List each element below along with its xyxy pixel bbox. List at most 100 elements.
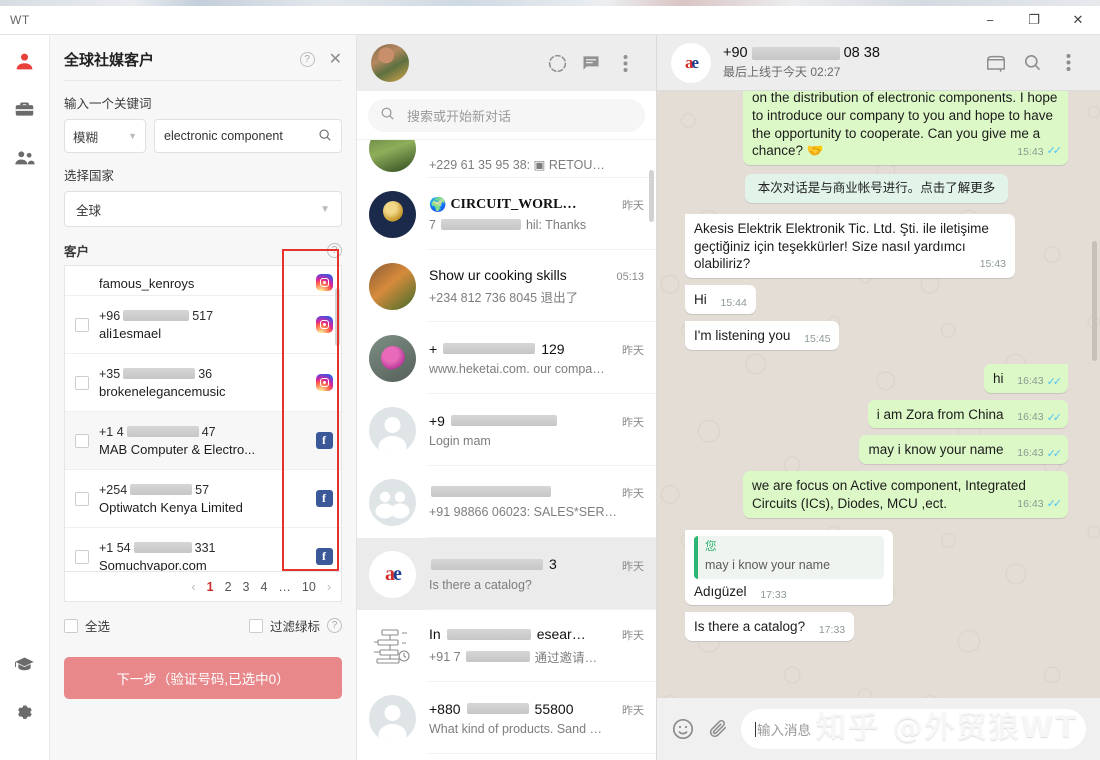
title-suffix: esear…	[536, 626, 586, 642]
message-bubble[interactable]: Is there a catalog? 17:33	[685, 612, 855, 642]
row-checkbox[interactable]	[75, 549, 89, 564]
filter-green-option[interactable]: 过滤绿标 ?	[248, 616, 342, 635]
filter-green-checkbox[interactable]	[248, 618, 263, 633]
list-item-message: +91 98866 06023: SALES*SER…	[429, 505, 617, 519]
message-bubble[interactable]: on the distribution of electronic compon…	[743, 91, 1068, 166]
platform-badge	[313, 274, 335, 291]
message-meta: 16:43 ✓✓	[1017, 498, 1062, 511]
message-row: Hi 15:44	[685, 285, 1068, 314]
quoted-message[interactable]: 您 may i know your name	[694, 535, 884, 579]
list-item-time: 昨天	[622, 488, 644, 500]
phone-prefix: +1 54	[99, 540, 131, 555]
close-panel-icon[interactable]: ✕	[329, 51, 342, 68]
page-2[interactable]: 2	[225, 580, 232, 594]
message-time: 16:43	[1017, 375, 1044, 388]
row-checkbox[interactable]	[75, 317, 89, 332]
message-text: Adıgüzel	[694, 583, 747, 599]
message-input[interactable]: 输入消息	[741, 709, 1086, 749]
list-item-title: In esear…	[429, 626, 616, 642]
list-item[interactable]: 昨天 +91 98866 06023: SALES*SER…	[357, 466, 656, 538]
table-row[interactable]: +35 36 brokenelegancemusic	[65, 354, 341, 412]
customer-phone: +254 57	[99, 483, 313, 497]
list-item[interactable]: 🌍 CIRCUIT_WORL… 昨天 7 hil: Thanks	[357, 178, 656, 250]
row-checkbox[interactable]	[75, 375, 89, 390]
row-checkbox[interactable]	[75, 433, 89, 448]
message-row: Is there a catalog? 17:33	[685, 612, 1068, 642]
list-item[interactable]: +880 55800 昨天 What kind of products. San…	[357, 682, 656, 754]
message-bubble[interactable]: hi 16:43 ✓✓	[984, 363, 1068, 393]
help-icon[interactable]: ?	[299, 52, 315, 67]
page-prev[interactable]: ‹	[191, 580, 195, 594]
filter-help-icon[interactable]: ?	[327, 618, 342, 633]
list-item-top: + 129 昨天	[429, 341, 644, 358]
new-chat-icon[interactable]	[574, 46, 608, 80]
select-all-checkbox[interactable]	[64, 618, 78, 633]
list-item[interactable]: ae 3 昨天 Is there a catalog?	[357, 538, 656, 610]
rail-item-settings[interactable]	[8, 698, 42, 732]
list-item[interactable]: +9 昨天 Login mam	[357, 394, 656, 466]
customers-help-icon[interactable]: ?	[327, 243, 342, 258]
chat-scrollbar[interactable]	[1092, 241, 1097, 361]
page-4[interactable]: 4	[260, 580, 267, 594]
list-item-title: +9	[429, 413, 616, 429]
phone-prefix: +35	[99, 366, 121, 381]
redacted-block	[126, 426, 199, 437]
message-time: 16:43	[1017, 498, 1044, 511]
message-bubble[interactable]: Akesis Elektrik Elektronik Tic. Ltd. Şti…	[685, 213, 1015, 279]
minimize-button[interactable]: −	[968, 6, 1012, 34]
rail-item-groups[interactable]	[8, 143, 42, 177]
more-vertical-icon[interactable]	[608, 46, 642, 80]
maximize-button[interactable]: ❐	[1012, 6, 1056, 34]
message-bubble[interactable]: we are focus on Active component, Integr…	[743, 471, 1068, 518]
page-1[interactable]: 1	[207, 580, 214, 594]
close-button[interactable]: ✕	[1056, 6, 1100, 34]
keyword-input[interactable]: electronic component	[154, 119, 342, 153]
more-vertical-icon[interactable]	[1050, 45, 1086, 81]
list-item[interactable]: +229 61 35 95 38: ▣ RETOU…	[357, 140, 656, 178]
list-scrollbar[interactable]	[335, 288, 340, 346]
search-icon[interactable]	[1014, 45, 1050, 81]
message-bubble[interactable]: 您 may i know your name Adıgüzel 17:33	[685, 529, 893, 606]
list-item[interactable]: Show ur cooking skills 05:13 +234 812 73…	[357, 250, 656, 322]
message-bubble[interactable]: i am Zora from China 16:43 ✓✓	[867, 399, 1068, 429]
chat-list-scrollbar[interactable]	[649, 170, 654, 222]
table-row[interactable]: +1 4 47 MAB Computer & Electro... f	[65, 412, 341, 470]
customers-header: 客户 ?	[64, 241, 342, 260]
list-item[interactable]: + 129 昨天 www.heketai.com. our compa…	[357, 322, 656, 394]
facebook-icon: f	[315, 490, 333, 507]
table-row[interactable]: famous_kenroys	[65, 266, 341, 296]
message-bubble[interactable]: I'm listening you 15:45	[685, 321, 840, 350]
rail-item-contacts[interactable]	[8, 47, 42, 81]
row-checkbox[interactable]	[75, 491, 89, 506]
rail-item-toolbox[interactable]	[8, 95, 42, 129]
instagram-icon	[315, 316, 333, 333]
search-icon[interactable]	[318, 128, 332, 145]
list-item[interactable]: In esear… 昨天 +91 7 通过邀请…	[357, 610, 656, 682]
message-bubble[interactable]: may i know your name 16:43 ✓✓	[859, 435, 1068, 465]
table-row[interactable]: +1 54 331 Somuchvapor.com f	[65, 528, 341, 571]
table-row[interactable]: +96 517 ali1esmael	[65, 296, 341, 354]
title-suffix: 3	[549, 556, 557, 573]
page-10[interactable]: 10	[302, 580, 316, 594]
status-ring-icon[interactable]	[540, 46, 574, 80]
list-item-title	[429, 486, 616, 497]
emoji-icon[interactable]	[671, 717, 695, 741]
message-row: I'm listening you 15:45	[685, 321, 1068, 350]
page-3[interactable]: 3	[243, 580, 250, 594]
business-account-notice[interactable]: 本次对话是与商业帐号进行。点击了解更多	[744, 174, 1009, 203]
select-all-option[interactable]: 全选	[64, 616, 110, 635]
table-row[interactable]: +254 57 Optiwatch Kenya Limited f	[65, 470, 341, 528]
search-input[interactable]: 搜索或开始新对话	[368, 98, 645, 132]
country-select[interactable]: 全球 ▼	[64, 191, 342, 227]
message-bubble[interactable]: Hi 15:44	[685, 285, 756, 314]
chat-contact-info[interactable]: +90 08 38 最后上线于今天 02:27	[723, 45, 880, 80]
match-mode-select[interactable]: 模糊 ▼	[64, 119, 146, 153]
paperclip-icon[interactable]	[707, 718, 729, 740]
storefront-icon[interactable]	[978, 45, 1014, 81]
redacted-block	[446, 628, 531, 640]
avatar[interactable]	[371, 44, 409, 82]
next-step-button[interactable]: 下一步（验证号码,已选中0）	[64, 657, 342, 699]
avatar[interactable]: ae	[671, 42, 711, 83]
page-next[interactable]: ›	[327, 580, 331, 594]
rail-item-tutorial[interactable]	[8, 650, 42, 684]
